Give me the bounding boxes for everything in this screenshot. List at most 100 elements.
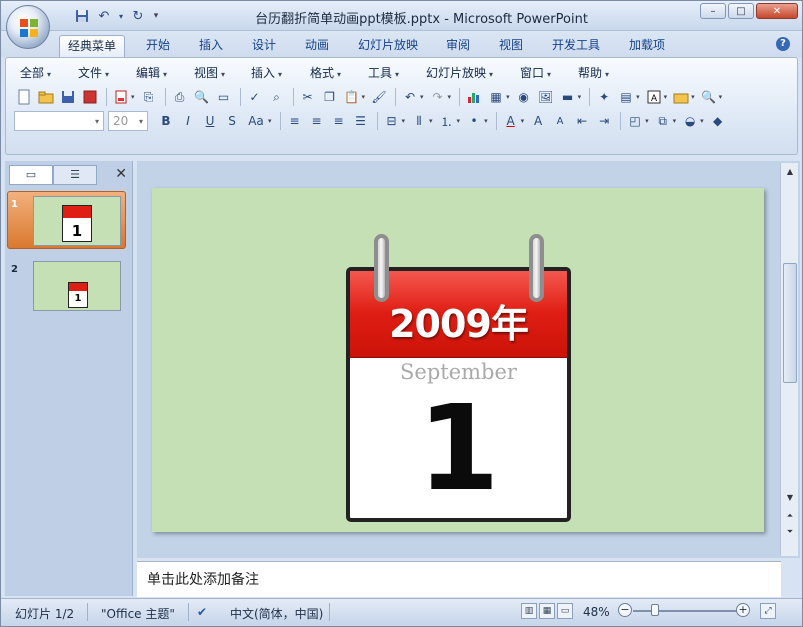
scroll-up-icon[interactable]: ▲ [782, 165, 798, 179]
align-left-icon[interactable]: ≡ [285, 111, 305, 131]
menu-insert[interactable]: 插入 ▾ [251, 64, 282, 81]
undo-icon[interactable]: ↶ [400, 87, 420, 107]
change-case-icon[interactable]: Aa [244, 111, 268, 131]
chevron-down-icon[interactable]: ▾ [402, 117, 406, 125]
underline-icon[interactable]: U [200, 111, 220, 131]
copy-icon[interactable]: ❐ [320, 87, 340, 107]
close-button[interactable]: ✕ [756, 3, 798, 19]
scrollbar-thumb[interactable] [783, 263, 797, 383]
menu-file[interactable]: 文件 ▾ [78, 64, 109, 81]
spell-check-icon[interactable]: ✔ [197, 605, 207, 619]
columns-icon[interactable]: ⫴ [409, 111, 429, 131]
menu-edit[interactable]: 编辑 ▾ [136, 64, 167, 81]
zoom-level[interactable]: 48% [583, 605, 610, 619]
clip-art-icon[interactable]: ◉ [514, 87, 534, 107]
menu-format[interactable]: 格式 ▾ [310, 64, 341, 81]
tab-outline[interactable]: ☰ [53, 165, 97, 185]
chevron-down-icon[interactable]: ▾ [636, 93, 640, 101]
tab-classic-menu[interactable]: 经典菜单 [59, 35, 126, 57]
tab-insert[interactable]: 插入 [191, 35, 231, 57]
research-icon[interactable]: ⌕ [267, 87, 287, 107]
maximize-button[interactable]: □ [728, 3, 754, 19]
align-right-icon[interactable]: ≡ [329, 111, 349, 131]
italic-icon[interactable]: I [178, 111, 198, 131]
chevron-down-icon[interactable]: ▾ [362, 93, 366, 101]
shadow-icon[interactable]: S [222, 111, 242, 131]
tab-design[interactable]: 设计 [244, 35, 284, 57]
save-icon[interactable] [73, 7, 91, 25]
arrange-icon[interactable]: ⧉ [653, 111, 673, 131]
redo-icon[interactable]: ↻ [129, 7, 147, 25]
layout-icon[interactable]: ▤ [616, 87, 636, 107]
save-icon[interactable] [58, 87, 78, 107]
chevron-down-icon[interactable]: ▾ [457, 117, 461, 125]
bullets-icon[interactable]: • [464, 111, 484, 131]
chevron-down-icon[interactable]: ▾ [700, 117, 704, 125]
slide-layout-icon[interactable]: ▬ [558, 87, 578, 107]
menu-slideshow[interactable]: 幻灯片放映 ▾ [426, 64, 493, 81]
new-document-icon[interactable] [14, 87, 34, 107]
menu-window[interactable]: 窗口 ▾ [520, 64, 551, 81]
chevron-down-icon[interactable]: ▾ [448, 93, 452, 101]
chevron-down-icon[interactable]: ▾ [719, 93, 723, 101]
chevron-down-icon[interactable]: ▾ [429, 117, 433, 125]
calendar-graphic[interactable]: 2009年 September 1 [346, 267, 571, 522]
chevron-down-icon[interactable]: ▾ [131, 93, 135, 101]
minimize-button[interactable]: – [700, 3, 726, 19]
menu-all[interactable]: 全部 ▾ [20, 64, 51, 81]
print-preview-icon[interactable]: 🔍 [192, 87, 212, 107]
slideshow-view-icon[interactable]: ▭ [557, 603, 573, 619]
slide-canvas[interactable]: 2009年 September 1 [152, 188, 764, 532]
align-center-icon[interactable]: ≡ [307, 111, 327, 131]
print-icon[interactable]: ⎙ [170, 87, 190, 107]
permission-icon[interactable] [80, 87, 100, 107]
zoom-in-icon[interactable]: + [736, 603, 750, 617]
publish-pdf-icon[interactable] [111, 87, 131, 107]
spelling-icon[interactable]: ✓ [245, 87, 265, 107]
undo-dropdown-icon[interactable]: ▾ [117, 7, 125, 25]
normal-view-icon[interactable]: ▭ [214, 87, 234, 107]
normal-view-icon[interactable]: ▥ [521, 603, 537, 619]
grow-font-icon[interactable]: A [528, 111, 548, 131]
align-text-icon[interactable]: ⊟ [382, 111, 402, 131]
justify-icon[interactable]: ☰ [351, 111, 371, 131]
menu-view[interactable]: 视图 ▾ [194, 64, 225, 81]
format-painter-icon[interactable]: 🖌 [369, 87, 389, 107]
previous-slide-icon[interactable]: ⏶ [782, 509, 798, 523]
undo-icon[interactable]: ↶ [95, 7, 113, 25]
tab-view[interactable]: 视图 [491, 35, 531, 57]
increase-indent-icon[interactable]: ⇥ [594, 111, 614, 131]
chevron-down-icon[interactable]: ▾ [664, 93, 668, 101]
chevron-down-icon[interactable]: ▾ [420, 93, 424, 101]
slide-sorter-icon[interactable]: ▦ [539, 603, 555, 619]
redo-icon[interactable]: ↷ [428, 87, 448, 107]
insert-chart-icon[interactable] [464, 87, 484, 107]
menu-help[interactable]: 帮助 ▾ [578, 64, 609, 81]
tab-developer[interactable]: 开发工具 [544, 35, 608, 57]
paste-icon[interactable]: 📋 [342, 87, 362, 107]
next-slide-icon[interactable]: ⏷ [782, 525, 798, 539]
chevron-down-icon[interactable]: ▾ [691, 93, 695, 101]
tab-home[interactable]: 开始 [138, 35, 178, 57]
shapes-icon[interactable]: ◰ [625, 111, 645, 131]
zoom-slider-track[interactable] [633, 610, 737, 612]
language-indicator[interactable]: 中文(简体，中国) [230, 605, 323, 622]
attach-icon[interactable]: ⎘ [139, 87, 159, 107]
chevron-down-icon[interactable]: ▾ [673, 117, 677, 125]
vertical-scrollbar[interactable]: ▲ ▼ ⏶ ⏷ [780, 163, 798, 556]
slide-thumbnail-2[interactable]: 1 [33, 261, 121, 311]
shape-fill-icon[interactable]: ◆ [708, 111, 728, 131]
insert-picture-icon[interactable]: 🖼 [536, 87, 556, 107]
font-name-combo[interactable]: ▾ [14, 111, 104, 131]
cut-icon[interactable]: ✂ [298, 87, 318, 107]
menu-tools[interactable]: 工具 ▾ [368, 64, 399, 81]
tab-slideshow[interactable]: 幻灯片放映 [350, 35, 426, 57]
tab-review[interactable]: 审阅 [438, 35, 478, 57]
office-button[interactable] [6, 5, 50, 49]
chevron-down-icon[interactable]: ▾ [506, 93, 510, 101]
folder-icon[interactable] [671, 87, 691, 107]
bold-icon[interactable]: B [156, 111, 176, 131]
tab-slides[interactable]: ▭ [9, 165, 53, 185]
find-icon[interactable]: 🔍 [699, 87, 719, 107]
font-color-icon[interactable]: A [501, 111, 521, 131]
